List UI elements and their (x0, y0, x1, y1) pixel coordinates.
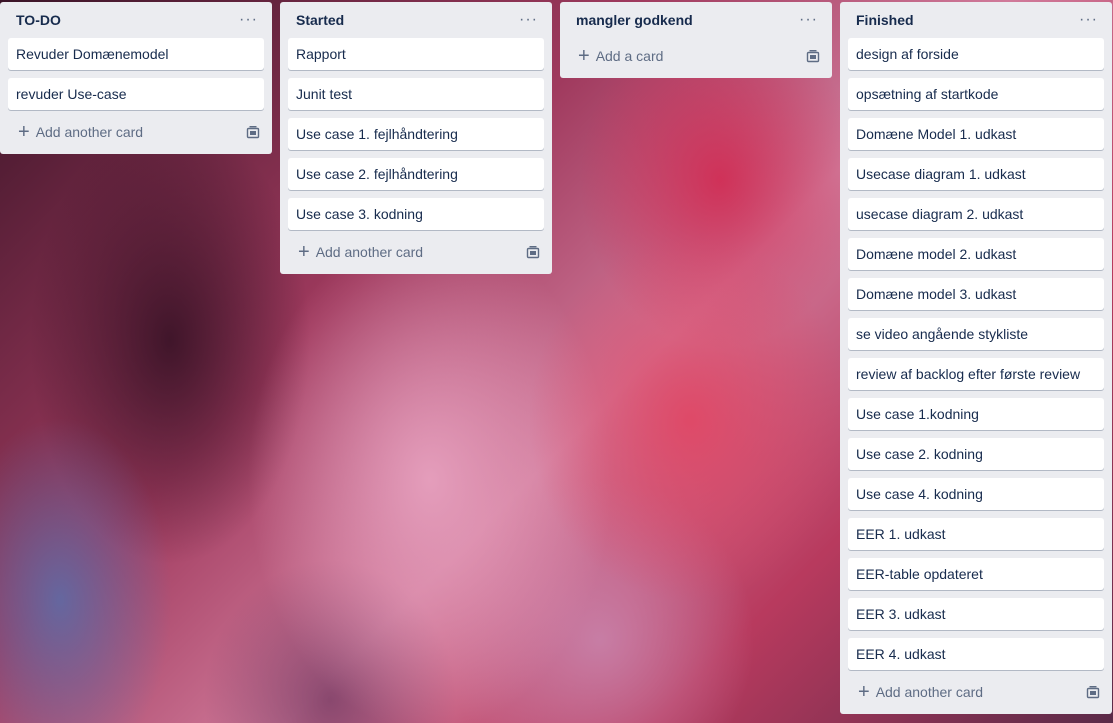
list-title[interactable]: Finished (856, 12, 914, 28)
list-finished: Finished ··· design af forside opsætning… (840, 2, 1112, 714)
add-card-button[interactable]: + Add another card (858, 682, 983, 702)
add-card-label: Add another card (35, 124, 144, 140)
card[interactable]: EER 1. udkast (848, 518, 1104, 550)
plus-icon: + (18, 121, 30, 143)
card-template-icon[interactable] (1086, 685, 1100, 699)
list-mangler-godkend: mangler godkend ··· + Add a card (560, 2, 832, 78)
list-todo: TO-DO ··· Revuder Domænemodel revuder Us… (0, 2, 272, 154)
card[interactable]: Domæne model 3. udkast (848, 278, 1104, 310)
add-card-row: + Add a card (560, 38, 832, 74)
card[interactable]: Use case 1. fejlhåndtering (288, 118, 544, 150)
card[interactable]: opsætning af startkode (848, 78, 1104, 110)
list-menu-icon[interactable]: ··· (233, 12, 264, 28)
list-header: Started ··· (280, 2, 552, 38)
list-header: Finished ··· (840, 2, 1112, 38)
add-card-row: + Add another card (0, 114, 272, 150)
list-menu-icon[interactable]: ··· (1073, 12, 1104, 28)
list-menu-icon[interactable]: ··· (793, 12, 824, 28)
card-list: Rapport Junit test Use case 1. fejlhåndt… (280, 38, 552, 230)
card[interactable]: review af backlog efter første review (848, 358, 1104, 390)
list-title[interactable]: Started (296, 12, 344, 28)
add-card-button[interactable]: + Add another card (298, 242, 423, 262)
card[interactable]: usecase diagram 2. udkast (848, 198, 1104, 230)
card[interactable]: Domæne model 2. udkast (848, 238, 1104, 270)
add-card-button[interactable]: + Add another card (18, 122, 143, 142)
add-card-button[interactable]: + Add a card (578, 46, 663, 66)
list-started: Started ··· Rapport Junit test Use case … (280, 2, 552, 274)
plus-icon: + (578, 45, 590, 67)
card[interactable]: EER 3. udkast (848, 598, 1104, 630)
card[interactable]: Domæne Model 1. udkast (848, 118, 1104, 150)
card[interactable]: design af forside (848, 38, 1104, 70)
list-header: mangler godkend ··· (560, 2, 832, 38)
card-list: design af forside opsætning af startkode… (840, 38, 1112, 670)
card[interactable]: Use case 4. kodning (848, 478, 1104, 510)
card[interactable]: Revuder Domænemodel (8, 38, 264, 70)
card[interactable]: Use case 3. kodning (288, 198, 544, 230)
add-card-row: + Add another card (840, 674, 1112, 710)
list-header: TO-DO ··· (0, 2, 272, 38)
card-template-icon[interactable] (246, 125, 260, 139)
board: TO-DO ··· Revuder Domænemodel revuder Us… (0, 0, 1113, 723)
list-title[interactable]: mangler godkend (576, 12, 693, 28)
plus-icon: + (858, 681, 870, 703)
card-list: Revuder Domænemodel revuder Use-case (0, 38, 272, 110)
plus-icon: + (298, 241, 310, 263)
card[interactable]: EER-table opdateret (848, 558, 1104, 590)
list-title[interactable]: TO-DO (16, 12, 61, 28)
add-card-label: Add a card (595, 48, 664, 64)
add-card-label: Add another card (875, 684, 984, 700)
card[interactable]: Use case 2. fejlhåndtering (288, 158, 544, 190)
card[interactable]: Junit test (288, 78, 544, 110)
add-card-row: + Add another card (280, 234, 552, 270)
card[interactable]: revuder Use-case (8, 78, 264, 110)
add-card-label: Add another card (315, 244, 424, 260)
card[interactable]: se video angående stykliste (848, 318, 1104, 350)
card[interactable]: Use case 1.kodning (848, 398, 1104, 430)
card-template-icon[interactable] (806, 49, 820, 63)
card-template-icon[interactable] (526, 245, 540, 259)
list-menu-icon[interactable]: ··· (513, 12, 544, 28)
card[interactable]: Usecase diagram 1. udkast (848, 158, 1104, 190)
card[interactable]: Use case 2. kodning (848, 438, 1104, 470)
card[interactable]: Rapport (288, 38, 544, 70)
card[interactable]: EER 4. udkast (848, 638, 1104, 670)
